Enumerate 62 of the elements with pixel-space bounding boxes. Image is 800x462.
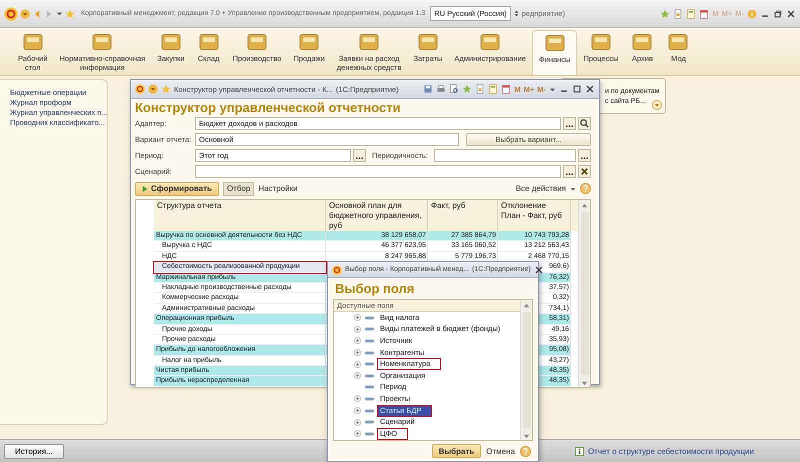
- scroll-down-icon[interactable]: [581, 380, 588, 387]
- ellipsis-icon[interactable]: [578, 148, 591, 162]
- scroll-up-icon[interactable]: [523, 302, 530, 309]
- report-link[interactable]: Отчет о структуре себестоимости продукции: [588, 446, 754, 456]
- dropdown-icon[interactable]: [20, 8, 30, 18]
- expand-icon[interactable]: [354, 430, 361, 438]
- scrollbar[interactable]: [520, 300, 532, 440]
- expand-icon[interactable]: [354, 360, 361, 368]
- form-heading: Конструктор управленческой отчетности: [135, 100, 402, 115]
- info-icon: [574, 446, 584, 456]
- spin-icon[interactable]: [512, 10, 520, 17]
- search-icon[interactable]: [578, 116, 591, 130]
- help-icon[interactable]: [520, 446, 531, 456]
- logo-icon: [135, 84, 145, 94]
- expand-icon[interactable]: [354, 349, 361, 356]
- history-button[interactable]: История...: [4, 444, 64, 458]
- calendar-icon[interactable]: [501, 84, 512, 94]
- ellipsis-icon[interactable]: [353, 148, 366, 162]
- star-icon[interactable]: [65, 8, 75, 18]
- ellipsis-icon[interactable]: [563, 164, 576, 178]
- expand-icon[interactable]: [354, 314, 361, 322]
- document-icon[interactable]: [673, 8, 684, 18]
- select-button[interactable]: Выбрать: [432, 444, 482, 458]
- dropdown-icon[interactable]: [148, 84, 158, 94]
- restore-icon[interactable]: [773, 8, 783, 18]
- logo-icon: [332, 264, 342, 274]
- star-icon[interactable]: [161, 84, 171, 94]
- close-icon[interactable]: [585, 84, 595, 94]
- document-icon[interactable]: [475, 84, 486, 94]
- ellipsis-icon[interactable]: [563, 116, 576, 130]
- scroll-up-icon[interactable]: [581, 202, 588, 209]
- expand-icon[interactable]: [354, 395, 361, 402]
- play-icon: [142, 186, 148, 192]
- scrollbar[interactable]: [578, 200, 590, 387]
- add-favorite-icon[interactable]: [660, 8, 670, 18]
- expand-icon[interactable]: [354, 337, 361, 344]
- expand-icon[interactable]: [354, 407, 361, 414]
- cancel-link[interactable]: Отмена: [486, 446, 515, 456]
- caret-icon[interactable]: [56, 10, 63, 17]
- print-icon[interactable]: [436, 84, 446, 94]
- expand-icon[interactable]: [354, 326, 361, 333]
- help-icon[interactable]: [580, 183, 591, 194]
- expand-icon[interactable]: [652, 100, 662, 110]
- maximize-icon[interactable]: [572, 84, 582, 94]
- expand-icon[interactable]: [354, 372, 361, 380]
- dialog-heading: Выбор поля: [335, 281, 416, 296]
- filter-button[interactable]: Отбор: [222, 182, 254, 196]
- caret-icon[interactable]: [570, 186, 576, 192]
- calendar-icon[interactable]: [699, 8, 710, 18]
- input-field[interactable]: [434, 148, 576, 162]
- generate-button[interactable]: Сформировать: [135, 182, 219, 196]
- logo-icon: [4, 6, 18, 20]
- preview-icon[interactable]: [449, 84, 460, 94]
- save-icon[interactable]: [423, 84, 434, 94]
- all-actions-menu[interactable]: Все действия: [516, 184, 566, 193]
- input-field[interactable]: [195, 164, 561, 178]
- expand-icon[interactable]: [354, 418, 361, 426]
- settings-link[interactable]: Настройки: [258, 184, 298, 193]
- clear-icon[interactable]: [578, 164, 591, 178]
- caret-icon[interactable]: [549, 86, 556, 92]
- close-icon[interactable]: [786, 8, 796, 18]
- close-icon[interactable]: [534, 264, 544, 274]
